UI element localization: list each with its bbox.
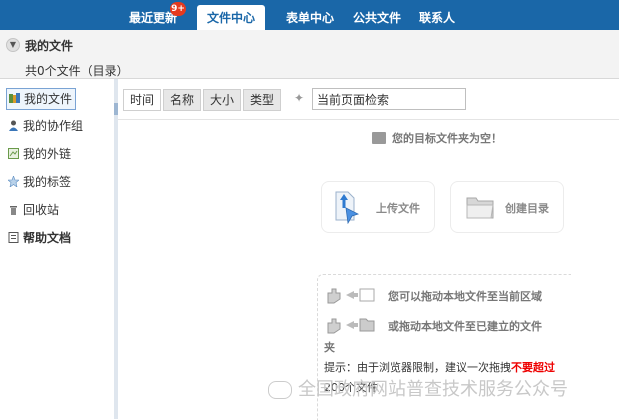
toolbar: 时间 名称 大小 类型 ✦: [118, 79, 619, 120]
create-directory-label: 创建目录: [505, 202, 549, 215]
file-count: 共0个文件（目录）: [25, 64, 129, 78]
sidebar-item-help-docs[interactable]: 帮助文档: [8, 228, 71, 248]
page-search-input[interactable]: [312, 88, 466, 110]
sidebar-item-label: 帮助文档: [23, 231, 72, 245]
notification-badge: 9+: [170, 2, 186, 16]
chevron-down-icon[interactable]: ▼: [6, 38, 20, 52]
page-header: ▼ 我的文件 共0个文件（目录）: [0, 30, 619, 79]
sidebar-item-label: 我的外链: [23, 147, 72, 161]
sort-by-time-button[interactable]: 时间: [123, 89, 162, 111]
upload-icon: [335, 191, 360, 224]
page-title: 我的文件: [25, 39, 74, 53]
wechat-icon: [268, 381, 292, 399]
sidebar-item-recycle-bin[interactable]: 回收站: [8, 200, 59, 220]
nav-contacts[interactable]: 联系人: [419, 0, 455, 30]
sidebar-item-label: 我的协作组: [23, 119, 84, 133]
sidebar-item-label: 我的文件: [24, 92, 73, 106]
my-files-icon: [9, 90, 20, 103]
drop-hint-text: 您可以拖动本地文件至当前区域: [388, 290, 542, 303]
browser-limit-tip: 提示：由于浏览器限制，建议一次拖拽不要超过: [324, 359, 555, 375]
sort-by-name-button[interactable]: 名称: [163, 89, 202, 111]
sidebar-item-label: 回收站: [23, 203, 60, 217]
empty-folder-text: 您的目标文件夹为空！: [392, 132, 502, 145]
link-icon: [8, 145, 19, 159]
folder-icon: [466, 197, 494, 219]
star-icon: [7, 173, 20, 188]
folder-icon: [372, 132, 386, 144]
trash-icon: [8, 201, 19, 215]
sidebar-item-my-files[interactable]: 我的文件: [6, 88, 77, 110]
sidebar-item-my-links[interactable]: 我的外链: [8, 144, 71, 164]
pin-icon[interactable]: ✦: [294, 91, 304, 105]
nav-file-center[interactable]: 文件中心: [197, 5, 266, 30]
empty-folder-message: 您的目标文件夹为空！: [372, 130, 502, 146]
drop-hint-text: 或拖动本地文件至已建立的文件: [388, 320, 542, 333]
create-directory-button[interactable]: 创建目录: [450, 181, 564, 233]
upload-file-button[interactable]: 上传文件: [321, 181, 435, 233]
top-nav: 最近更新 9+ 文件中心 表单中心 公共文件 联系人: [0, 0, 619, 30]
watermark: 全国政府网站普查技术服务公众号: [298, 379, 568, 400]
drag-hand-icon: [327, 288, 375, 304]
nav-form-center[interactable]: 表单中心: [286, 0, 334, 30]
help-icon: [8, 229, 19, 243]
sidebar-item-my-tags[interactable]: 我的标签: [7, 172, 72, 192]
sidebar: 我的文件 我的协作组 我的外链 我的标签 回收站 帮助文档: [0, 79, 115, 419]
tip-warning: 不要超过: [511, 361, 555, 374]
sidebar-item-label: 我的标签: [23, 175, 72, 189]
sort-by-size-button[interactable]: 大小: [203, 89, 242, 111]
drag-hand-icon: [327, 318, 375, 334]
sidebar-splitter[interactable]: [114, 79, 118, 419]
group-icon: [8, 117, 19, 131]
drop-hint-wrap: 夹: [324, 341, 335, 354]
sidebar-item-my-groups[interactable]: 我的协作组: [8, 116, 83, 136]
sort-by-type-button[interactable]: 类型: [243, 89, 282, 111]
nav-recent-updates[interactable]: 最近更新: [129, 0, 177, 30]
tip-prefix: 提示：由于浏览器限制，建议一次拖拽: [324, 361, 511, 374]
upload-file-label: 上传文件: [376, 202, 420, 215]
nav-public-files[interactable]: 公共文件: [353, 0, 401, 30]
